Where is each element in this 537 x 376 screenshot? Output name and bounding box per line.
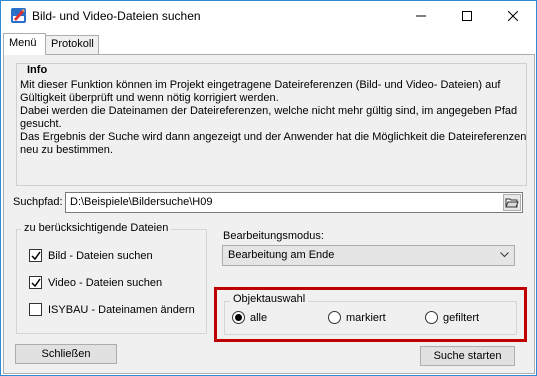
radio-button[interactable]: [232, 311, 245, 324]
checkbox-video-files[interactable]: Video - Dateien suchen: [29, 276, 162, 289]
mode-selected-value: Bearbeitung am Ende: [228, 249, 335, 261]
close-button[interactable]: Schließen: [15, 344, 117, 364]
radio-button[interactable]: [425, 311, 438, 324]
checkmark-icon: [30, 278, 41, 287]
close-window-button[interactable]: [490, 1, 536, 31]
tab-protokoll[interactable]: Protokoll: [46, 35, 99, 54]
object-selection-title: Objektauswahl: [230, 293, 309, 305]
search-path-input[interactable]: D:\Beispiele\Bildersuche\H09: [65, 192, 523, 213]
radio-all[interactable]: alle: [232, 311, 267, 324]
radio-filtered[interactable]: gefiltert: [425, 311, 479, 324]
close-icon: [508, 11, 518, 21]
dialog-window: Bild- und Video-Dateien suchen Menü Prot…: [0, 0, 537, 376]
mode-label: Bearbeitungsmodus:: [223, 230, 324, 242]
info-text: Mit dieser Funktion können im Projekt ei…: [20, 79, 527, 157]
radio-label: markiert: [346, 311, 386, 324]
folder-open-icon: [505, 198, 519, 207]
checkbox-label: ISYBAU - Dateinamen ändern: [48, 303, 195, 316]
app-pencil-icon: [11, 8, 26, 23]
maximize-icon: [462, 11, 472, 21]
checkbox[interactable]: [29, 249, 42, 262]
checkbox-label: Bild - Dateien suchen: [48, 249, 153, 262]
radio-label: gefiltert: [443, 311, 480, 324]
files-group-title: zu berücksichtigende Dateien: [21, 222, 172, 234]
info-line: gesucht.: [20, 118, 62, 130]
checkbox[interactable]: [29, 276, 42, 289]
checkbox-isybau-rename[interactable]: ISYBAU - Dateinamen ändern: [29, 303, 195, 316]
info-line: Dabei werden die Dateinamen der Dateiref…: [20, 105, 518, 117]
radio-label: alle: [250, 311, 268, 324]
info-title: Info: [27, 64, 48, 76]
info-line: Das Ergebnis der Suche wird dann angezei…: [20, 131, 527, 143]
checkmark-icon: [30, 251, 41, 260]
tab-menu[interactable]: Menü: [3, 33, 46, 55]
info-line: Mit dieser Funktion können im Projekt ei…: [20, 79, 501, 91]
start-search-button[interactable]: Suche starten: [420, 346, 515, 366]
minimize-button[interactable]: [398, 1, 444, 31]
browse-folder-button[interactable]: [503, 194, 521, 211]
radio-selected-dot: [235, 314, 242, 321]
search-path-label: Suchpfad:: [13, 196, 63, 208]
checkbox-image-files[interactable]: Bild - Dateien suchen: [29, 249, 153, 262]
radio-marked[interactable]: markiert: [328, 311, 386, 324]
mode-dropdown[interactable]: Bearbeitung am Ende: [222, 245, 515, 266]
window-title: Bild- und Video-Dateien suchen: [32, 9, 201, 23]
info-line: Gültigkeit überprüft und wenn nötig korr…: [20, 92, 279, 104]
minimize-icon: [416, 15, 426, 17]
title-bar[interactable]: Bild- und Video-Dateien suchen: [1, 1, 536, 31]
info-line: neu zu bestimmen.: [20, 144, 113, 156]
radio-button[interactable]: [328, 311, 341, 324]
checkbox-label: Video - Dateien suchen: [48, 276, 163, 289]
maximize-button[interactable]: [444, 1, 490, 31]
chevron-down-icon: [500, 252, 509, 258]
checkbox[interactable]: [29, 303, 42, 316]
